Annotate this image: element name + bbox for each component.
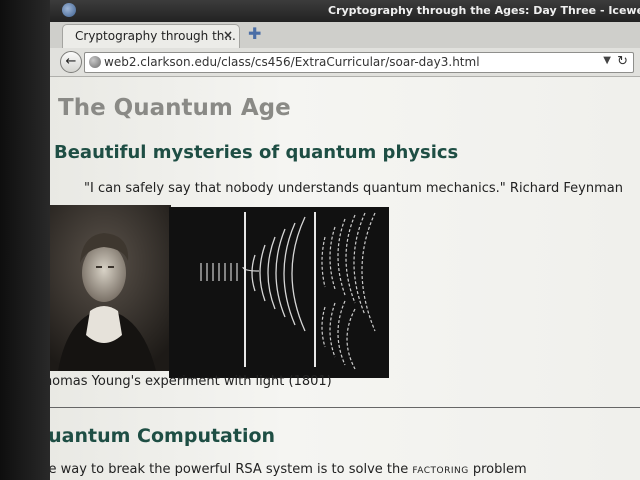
address-bar[interactable]: web2.clarkson.edu/class/cs456/ExtraCurri… xyxy=(84,52,634,73)
section-heading-mysteries: Beautiful mysteries of quantum physics xyxy=(54,142,459,163)
reload-icon[interactable]: ↻ xyxy=(617,54,628,69)
image-caption: Thomas Young's experiment with light (18… xyxy=(50,374,332,389)
title-bar: Cryptography through the Ages: Day Three… xyxy=(50,0,640,22)
double-slit-experiment-image xyxy=(169,207,389,378)
url-text: web2.clarkson.edu/class/cs456/ExtraCurri… xyxy=(104,55,480,69)
paragraph-rsa: One way to break the powerful RSA system… xyxy=(50,462,527,477)
back-button[interactable]: ← xyxy=(60,51,82,73)
close-tab-icon[interactable]: × xyxy=(223,28,233,42)
site-identity-icon[interactable] xyxy=(89,56,101,68)
new-tab-icon[interactable]: ✚ xyxy=(248,26,262,42)
page-content: The Quantum Age Beautiful mysteries of q… xyxy=(50,77,640,480)
feynman-quote: "I can safely say that nobody understand… xyxy=(84,181,623,196)
tab-cryptography[interactable]: Cryptography through th... × xyxy=(62,24,240,49)
paragraph-text: One way to break the powerful RSA system… xyxy=(50,462,413,477)
tab-bar: Cryptography through th... × ✚ xyxy=(50,22,640,49)
navigation-toolbar: ← web2.clarkson.edu/class/cs456/ExtraCur… xyxy=(50,48,640,77)
browser-window: Cryptography through the Ages: Day Three… xyxy=(50,0,640,480)
section-heading-quantum-computation: Quantum Computation xyxy=(50,425,276,447)
page-title: The Quantum Age xyxy=(58,95,291,121)
history-dropdown-icon[interactable]: ▼ xyxy=(603,55,611,66)
paragraph-text-end: problem xyxy=(468,462,527,477)
factoring-term: FACTORING xyxy=(412,466,469,476)
window-title: Cryptography through the Ages: Day Three… xyxy=(328,4,640,17)
thomas-young-portrait xyxy=(50,205,171,371)
iceweasel-icon xyxy=(62,3,76,17)
tab-label: Cryptography through th... xyxy=(75,29,236,43)
monitor-bezel xyxy=(0,0,52,480)
horizontal-rule xyxy=(50,407,640,408)
